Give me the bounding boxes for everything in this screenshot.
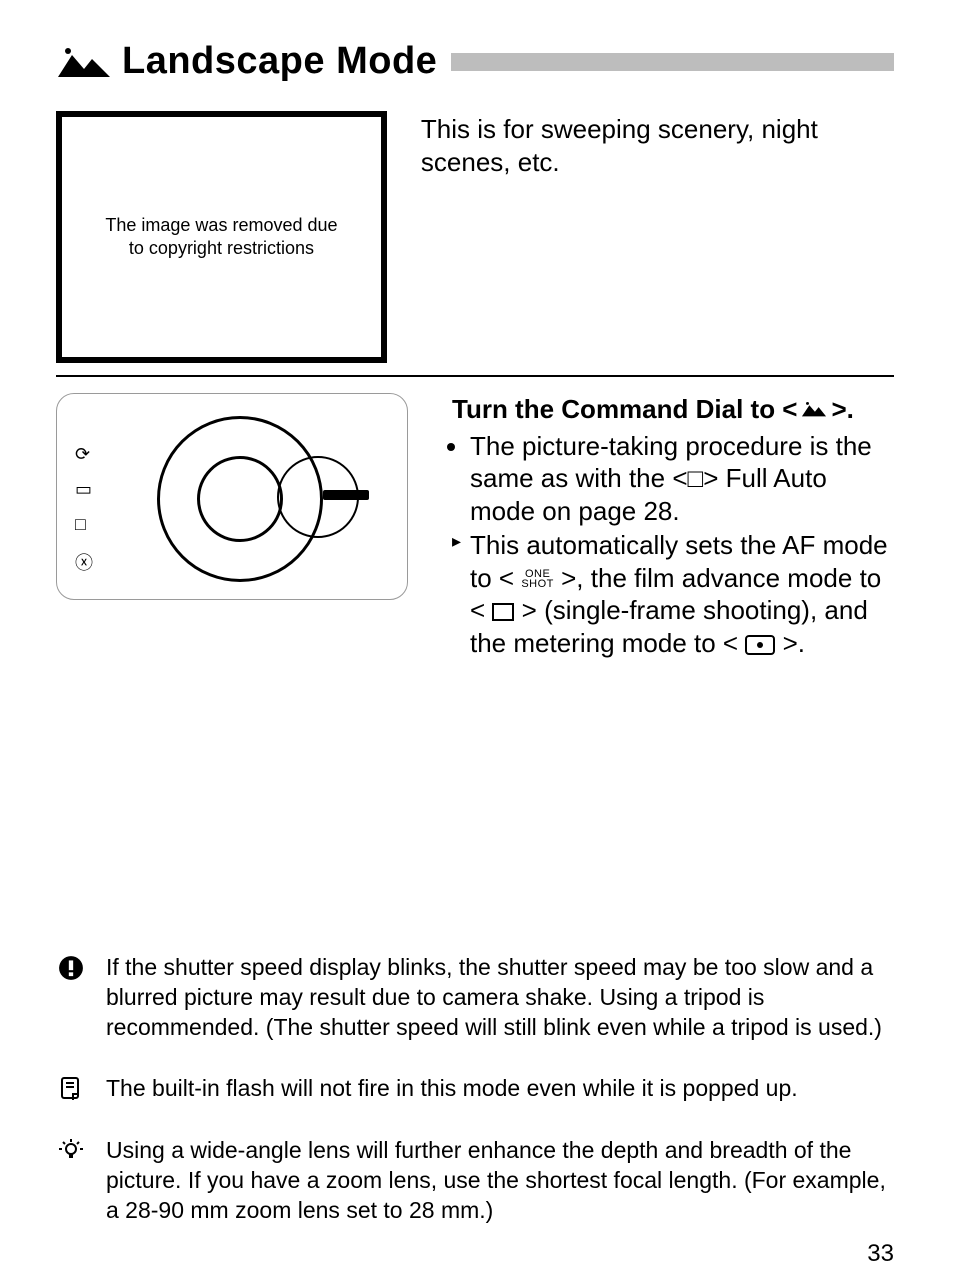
tip-icon xyxy=(56,1138,86,1162)
step-section: ⟳▭□ⓧ Turn the Command Dial to < >. The p… xyxy=(56,393,894,661)
tip-note: Using a wide-angle lens will further enh… xyxy=(56,1136,894,1226)
notice-line1: The image was removed due xyxy=(105,215,337,235)
manual-page: Landscape Mode The image was removed due… xyxy=(0,0,954,1288)
step-heading: Turn the Command Dial to < >. xyxy=(452,393,894,426)
landscape-icon xyxy=(56,45,112,79)
bullet-1: The picture-taking procedure is the same… xyxy=(470,430,894,528)
heading-prefix: Turn the Command Dial to < xyxy=(452,393,797,426)
info-text: The built-in flash will not fire in this… xyxy=(106,1074,798,1104)
section-divider xyxy=(56,375,894,377)
example-photo-placeholder: The image was removed due to copyright r… xyxy=(56,111,387,363)
notice-line2: to copyright restrictions xyxy=(129,238,314,258)
warning-icon xyxy=(56,955,86,981)
bullet-2: This automatically sets the AF mode to <… xyxy=(452,529,894,659)
image-removed-notice: The image was removed due to copyright r… xyxy=(105,214,337,261)
single-frame-icon xyxy=(492,603,514,621)
b2-part3: > (single-frame shooting), and the meter… xyxy=(470,595,868,658)
metering-mode-icon xyxy=(745,635,775,655)
one-shot-icon: ONE SHOT xyxy=(521,570,554,590)
step-bullets: The picture-taking procedure is the same… xyxy=(452,430,894,660)
heading-suffix: >. xyxy=(831,393,853,426)
b2-part4: >. xyxy=(783,628,805,658)
page-title-row: Landscape Mode xyxy=(56,40,894,83)
intro-description: This is for sweeping scenery, night scen… xyxy=(421,113,894,178)
info-note: The built-in flash will not fire in this… xyxy=(56,1074,894,1104)
warning-note: If the shutter speed display blinks, the… xyxy=(56,953,894,1043)
one-shot-shot: SHOT xyxy=(521,578,554,590)
command-dial-illustration: ⟳▭□ⓧ xyxy=(56,393,408,600)
step-instructions: Turn the Command Dial to < >. The pictur… xyxy=(452,393,894,661)
note-icon xyxy=(56,1076,86,1100)
title-divider-bar xyxy=(451,53,894,71)
page-title: Landscape Mode xyxy=(122,40,437,83)
warning-text: If the shutter speed display blinks, the… xyxy=(106,953,894,1043)
footer-notes: If the shutter speed display blinks, the… xyxy=(56,953,894,1226)
landscape-icon xyxy=(801,393,827,426)
page-number: 33 xyxy=(867,1240,894,1268)
tip-text: Using a wide-angle lens will further enh… xyxy=(106,1136,894,1226)
intro-section: The image was removed due to copyright r… xyxy=(56,111,894,363)
